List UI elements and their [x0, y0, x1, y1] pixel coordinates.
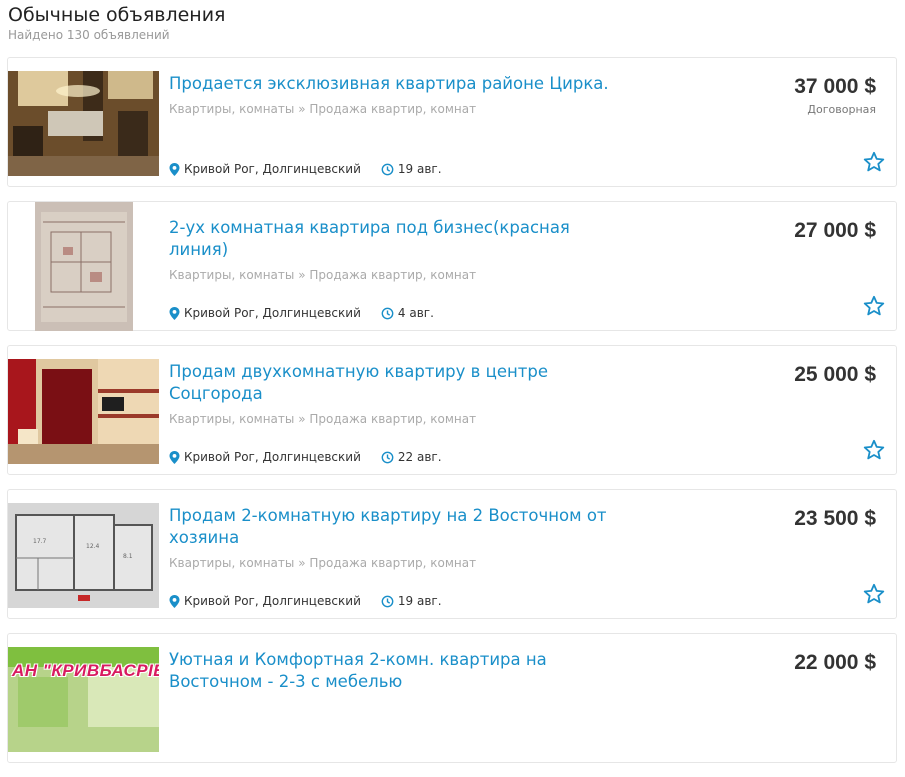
listing-card[interactable]: 2-ух комнатная квартира под бизнес(красн…	[7, 201, 897, 331]
favorite-star-icon[interactable]	[863, 151, 885, 173]
listing-thumbnail[interactable]: 17.7 12.4 8.1	[8, 490, 159, 619]
listing-list: Продается эксклюзивная квартира районе Ц…	[7, 57, 897, 777]
listing-date: 19 авг.	[397, 594, 442, 608]
map-pin-icon	[169, 162, 180, 176]
listing-location: Кривой Рог, Долгинцевский	[184, 594, 361, 608]
listing-location: Кривой Рог, Долгинцевский	[184, 450, 361, 464]
listing-category: Квартиры, комнаты » Продажа квартир, ком…	[169, 556, 477, 570]
results-header: Обычные объявления Найдено 130 объявлени…	[8, 4, 225, 42]
listing-card[interactable]: Продается эксклюзивная квартира районе Ц…	[7, 57, 897, 187]
page-title: Обычные объявления	[8, 4, 226, 26]
listing-price: 37 000 $	[794, 75, 876, 98]
results-count: Найдено 130 объявлений	[8, 28, 170, 42]
favorite-star-icon[interactable]	[863, 439, 885, 461]
listing-price: 22 000 $	[794, 651, 876, 674]
listing-card[interactable]: 17.7 12.4 8.1 Продам 2-комнатную квартир…	[7, 489, 897, 619]
listing-location: Кривой Рог, Долгинцевский	[184, 306, 361, 320]
listing-thumbnail[interactable]	[8, 346, 159, 475]
listing-meta: Кривой Рог, Долгинцевский 19 авг.	[169, 594, 442, 608]
price-note: Договорная	[807, 103, 876, 116]
listing-title[interactable]: Продается эксклюзивная квартира районе Ц…	[169, 73, 609, 95]
history-clock-icon	[381, 163, 394, 175]
history-clock-icon	[381, 595, 394, 607]
listing-meta: Кривой Рог, Долгинцевский 19 авг.	[169, 162, 442, 176]
svg-text:17.7: 17.7	[33, 538, 47, 545]
history-clock-icon	[381, 451, 394, 463]
listing-card[interactable]: Продам двухкомнатную квартиру в центре С…	[7, 345, 897, 475]
listing-thumbnail[interactable]	[8, 58, 159, 187]
map-pin-icon	[169, 306, 180, 320]
listing-meta: Кривой Рог, Долгинцевский 22 авг.	[169, 450, 442, 464]
listing-date: 22 авг.	[397, 450, 442, 464]
listing-title[interactable]: Уютная и Комфортная 2-комн. квартира на …	[169, 649, 609, 693]
listing-date: 19 авг.	[397, 162, 442, 176]
listing-price: 27 000 $	[794, 219, 876, 242]
listing-category: Квартиры, комнаты » Продажа квартир, ком…	[169, 412, 477, 426]
listing-location: Кривой Рог, Долгинцевский	[184, 162, 361, 176]
listing-thumbnail[interactable]: АН "КРИВБАСРІЕЛТ"	[8, 634, 159, 763]
listing-card[interactable]: АН "КРИВБАСРІЕЛТ" Уютная и Комфортная 2-…	[7, 633, 897, 763]
map-pin-icon	[169, 450, 180, 464]
favorite-star-icon[interactable]	[863, 295, 885, 317]
listing-title[interactable]: 2-ух комнатная квартира под бизнес(красн…	[169, 217, 609, 261]
listing-date: 4 авг.	[397, 306, 434, 320]
history-clock-icon	[381, 307, 394, 319]
listing-price: 23 500 $	[794, 507, 876, 530]
listing-title[interactable]: Продам 2-комнатную квартиру на 2 Восточн…	[169, 505, 609, 549]
listing-category: Квартиры, комнаты » Продажа квартир, ком…	[169, 102, 477, 116]
map-pin-icon	[169, 594, 180, 608]
listing-meta: Кривой Рог, Долгинцевский 4 авг.	[169, 306, 434, 320]
svg-text:8.1: 8.1	[123, 553, 133, 560]
listing-thumbnail[interactable]	[8, 202, 159, 331]
listing-category: Квартиры, комнаты » Продажа квартир, ком…	[169, 268, 477, 282]
favorite-star-icon[interactable]	[863, 583, 885, 605]
listing-title[interactable]: Продам двухкомнатную квартиру в центре С…	[169, 361, 609, 405]
listing-price: 25 000 $	[794, 363, 876, 386]
svg-text:12.4: 12.4	[86, 543, 100, 550]
agency-watermark: АН "КРИВБАСРІЕЛТ"	[12, 661, 159, 680]
